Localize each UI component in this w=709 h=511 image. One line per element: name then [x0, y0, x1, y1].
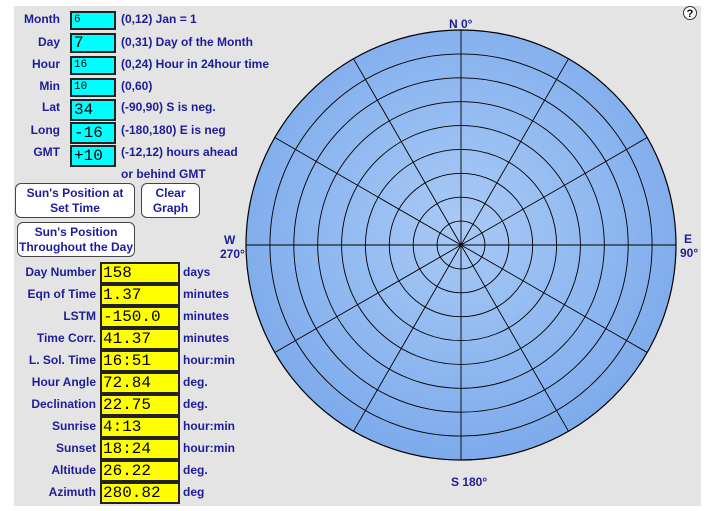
- north-label: N 0°: [449, 17, 473, 31]
- south-label: S 180°: [451, 475, 488, 489]
- east-degree-label: 90°: [680, 246, 699, 260]
- east-letter-label: E: [684, 232, 693, 246]
- west-degree-label: 270°: [220, 247, 245, 261]
- sun-path-polar-chart: [245, 29, 677, 461]
- west-letter-label: W: [224, 233, 236, 247]
- help-icon[interactable]: ?: [683, 6, 697, 20]
